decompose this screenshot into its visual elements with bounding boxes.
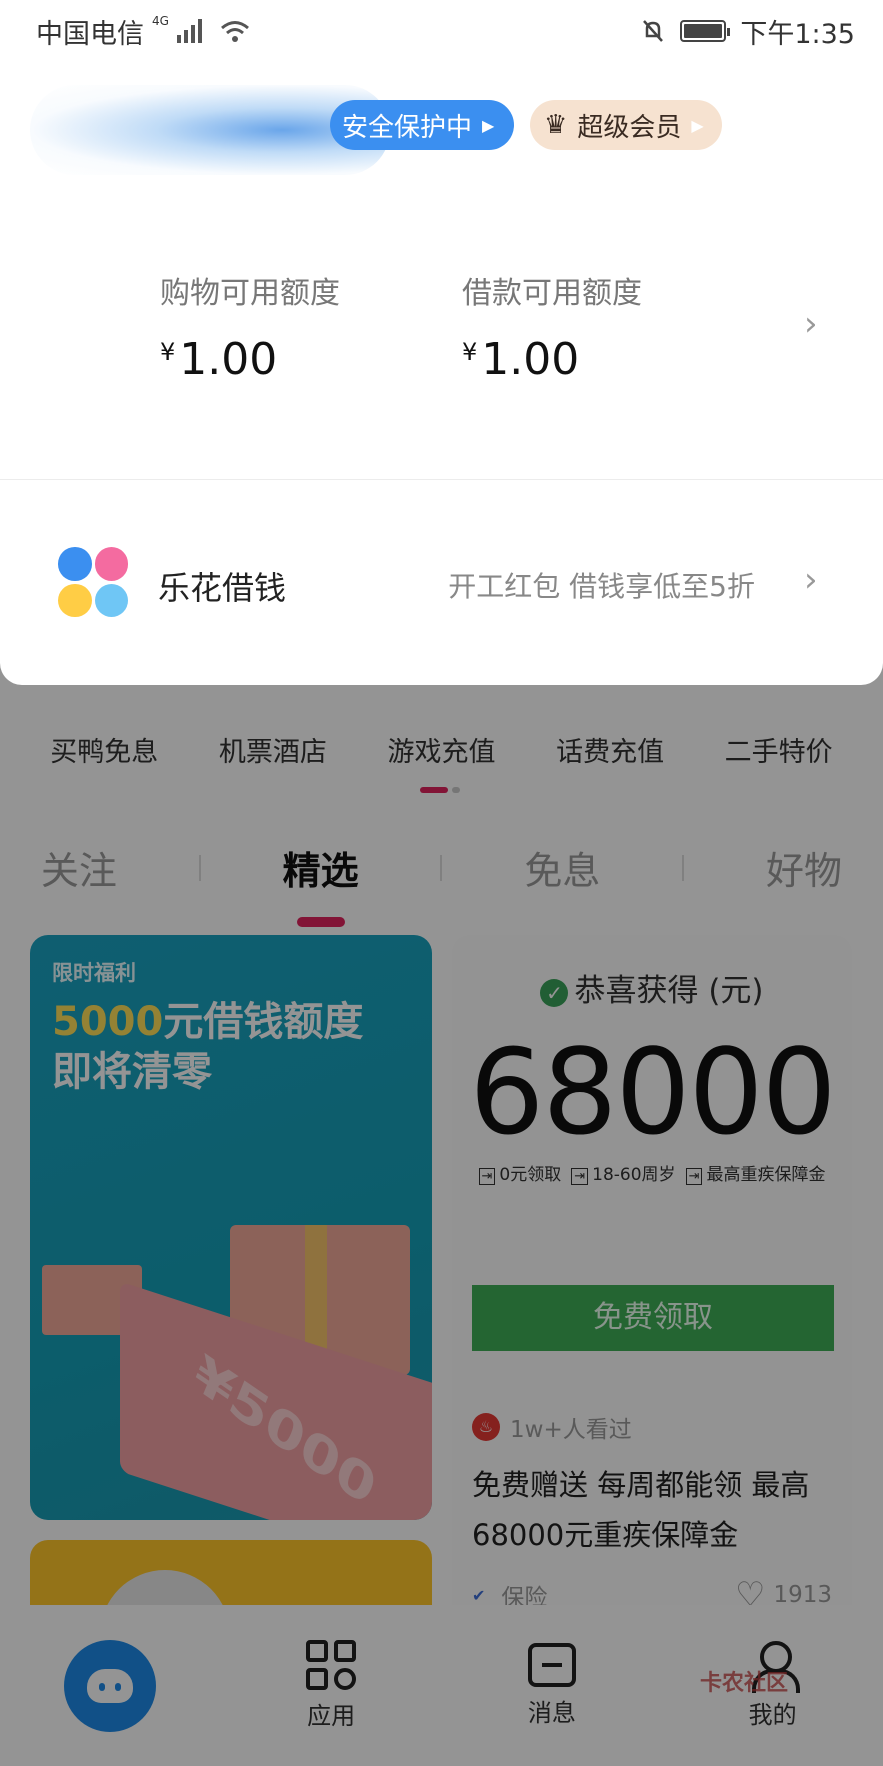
crown-icon: ♛ [544,110,568,140]
shopping-credit-value: ¥1.00 [160,334,278,385]
divider [0,479,883,480]
loan-credit-label: 借款可用额度 [462,276,642,311]
mute-bell-icon [643,20,664,42]
security-label: 安全保护中 [342,112,473,143]
lehua-title[interactable]: 乐花借钱 [158,563,286,609]
wifi-icon [220,21,249,42]
vip-badge[interactable]: ♛ 超级会员 ▶ [530,100,722,150]
chevron-right-icon[interactable]: › [804,560,818,600]
chevron-right-icon[interactable]: › [804,304,818,344]
status-bar: 中国电信 4G 下午1:35 [0,0,883,62]
vip-label: 超级会员 [577,112,682,143]
security-badge[interactable]: 安全保护中 ▶ [330,100,515,150]
loan-credit[interactable]: 借款可用额度 ¥1.00 [462,268,642,385]
play-arrow-icon: ▶ [691,115,704,135]
network-type: 4G [152,14,169,28]
loan-credit-value: ¥1.00 [462,334,580,385]
lehua-promo[interactable]: 开工红包 借钱享低至5折 [448,565,755,605]
signal-icon [176,19,202,43]
shopping-credit[interactable]: 购物可用额度 ¥1.00 [160,268,340,385]
shopping-credit-label: 购物可用额度 [160,276,340,311]
battery-icon [680,20,731,42]
clock: 下午1:35 [740,18,855,50]
account-sheet: 安全保护中 ▶ ♛ 超级会员 ▶ 购物可用额度 ¥1.00 借款可用额度 ¥1.… [0,0,883,685]
carrier-name: 中国电信 [36,18,144,50]
play-arrow-icon: ▶ [482,115,495,135]
lehua-logo-icon [58,547,128,617]
